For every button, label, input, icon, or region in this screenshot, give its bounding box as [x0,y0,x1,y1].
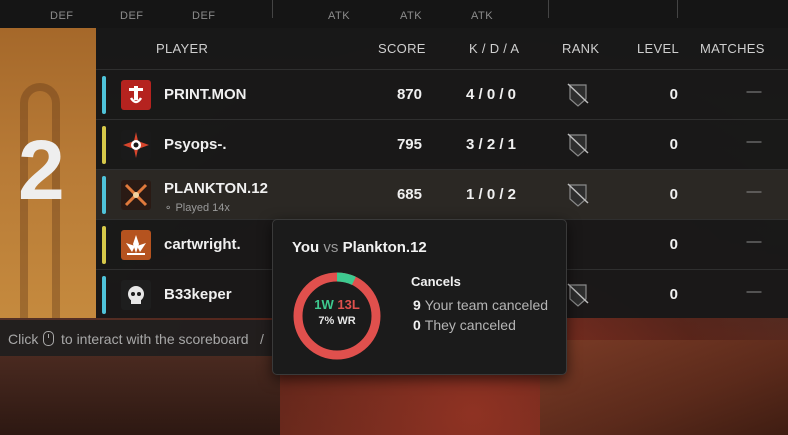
popup-opponent: Plankton.12 [342,239,427,256]
team-color-bar [102,126,106,164]
col-header-score: SCORE [378,41,426,56]
win-rate-label: 7% WR [318,315,356,327]
operator-icon-skull [121,280,151,310]
your-team-canceled-line: 9 Your team canceled [413,297,548,313]
background-table [540,340,788,435]
team-color-bar [102,176,106,214]
player-level: 0 [669,286,678,303]
player-row-selected[interactable]: PLANKTON.12 ⚬ Played 14x 685 1 / 0 / 2 0… [96,169,788,219]
losses-label: 13L [337,297,360,312]
group-icon: ⚬ [164,203,173,214]
operator-icon-star-eye [121,130,151,160]
col-header-level: LEVEL [637,41,679,56]
hint-suffix: to interact with the scoreboard [61,331,249,347]
player-matches: — [746,133,762,150]
player-matches: — [746,83,762,100]
they-canceled-line: 0 They canceled [413,317,516,333]
player-row[interactable]: Psyops-. 795 3 / 2 / 1 0 — [96,119,788,169]
unranked-icon [564,131,592,159]
col-header-rank: RANK [562,41,600,56]
top-col-atk-1: ATK [328,10,351,22]
top-divider [272,0,273,18]
top-col-def-1: DEF [50,10,74,22]
played-together-count: ⚬ Played 14x [164,202,230,214]
team-color-bar [102,276,106,314]
team-color-bar [102,76,106,114]
popup-vs: vs [323,239,339,256]
top-column-strip: DEF DEF DEF ATK ATK ATK [0,0,788,28]
operator-icon-crossed-x [121,180,151,210]
col-header-player: PLAYER [156,41,209,56]
player-matches: — [746,283,762,300]
col-header-matches: MATCHES [700,41,765,56]
player-level: 0 [669,236,678,253]
unranked-icon [564,81,592,109]
player-score: 795 [396,136,422,153]
top-divider [677,0,678,18]
player-score: 870 [396,86,422,103]
operator-icon-flower [121,230,151,260]
team-color-bar [102,226,106,264]
team-rank-number: 2 [18,123,65,217]
operator-icon-red-hook [121,80,151,110]
interaction-hint-bar: Click to interact with the scoreboard / [0,320,275,356]
player-kda: 3 / 2 / 1 [465,136,517,153]
player-matches: — [746,233,762,250]
player-kda: 4 / 0 / 0 [465,86,517,103]
unranked-icon [564,181,592,209]
popup-title: You vs Plankton.12 [292,239,427,256]
top-col-def-3: DEF [192,10,216,22]
player-name[interactable]: Psyops-. [164,136,227,153]
player-row[interactable]: PRINT.MON 870 4 / 0 / 0 0 — [96,69,788,119]
unranked-icon [564,281,592,309]
popup-you: You [292,239,320,256]
hint-separator: / [260,331,264,347]
col-header-kda: K / D / A [469,41,520,56]
player-score: 685 [396,186,422,203]
your-team-canceled-count: 9 [413,297,421,313]
top-divider [548,0,549,18]
player-kda: 1 / 0 / 2 [465,186,517,203]
donut-center: 1W 13L 7% WR [291,297,383,327]
they-canceled-count: 0 [413,317,421,333]
player-name[interactable]: B33keper [164,286,232,303]
they-canceled-label: They canceled [424,317,516,333]
cancels-heading: Cancels [411,274,461,289]
top-col-atk-3: ATK [471,10,494,22]
head-to-head-popup: You vs Plankton.12 1W 13L 7% WR Cancels … [272,219,567,375]
player-name[interactable]: PRINT.MON [164,86,247,103]
team-panel: 2 [0,28,96,318]
your-team-canceled-label: Your team canceled [424,297,549,313]
player-name[interactable]: cartwright. [164,236,241,253]
background-shelf [0,355,280,435]
top-col-def-2: DEF [120,10,144,22]
player-matches: — [746,183,762,200]
player-level: 0 [669,136,678,153]
played-together-label: Played 14x [175,202,230,214]
mouse-icon [43,331,54,346]
player-level: 0 [669,186,678,203]
hint-prefix: Click [8,331,39,347]
top-col-atk-2: ATK [400,10,423,22]
player-name[interactable]: PLANKTON.12 [164,180,268,197]
player-level: 0 [669,86,678,103]
wins-label: 1W [314,297,334,312]
